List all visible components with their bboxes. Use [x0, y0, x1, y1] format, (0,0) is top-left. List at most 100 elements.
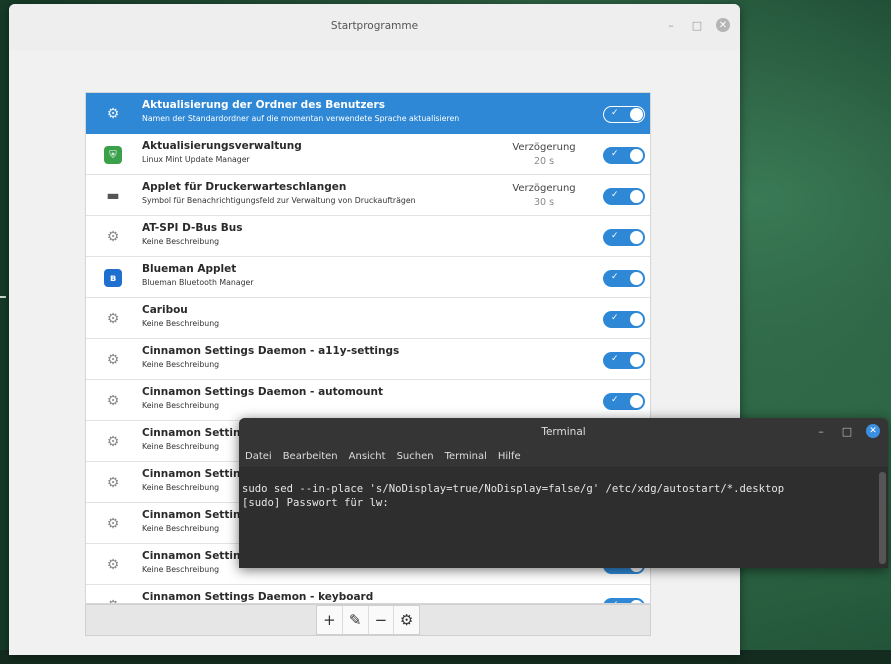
terminal-output[interactable]: sudo sed --in-place 's/NoDisplay=true/No… — [239, 468, 888, 510]
check-icon: ✓ — [611, 149, 619, 159]
check-icon: ✓ — [611, 231, 619, 241]
check-icon: ✓ — [611, 395, 619, 405]
delay-value: 30 s — [533, 197, 555, 208]
startup-item-description: Keine Beschreibung — [142, 401, 220, 410]
terminal-menubar: Datei Bearbeiten Ansicht Suchen Terminal… — [239, 445, 888, 468]
window-controls: – □ ✕ — [664, 18, 730, 32]
menu-datei[interactable]: Datei — [245, 451, 272, 462]
startup-item-description: Keine Beschreibung — [142, 524, 220, 533]
enable-toggle[interactable]: ✓ — [603, 147, 645, 164]
check-icon: ✓ — [611, 272, 619, 282]
terminal-controls: – □ ✕ — [814, 424, 880, 438]
gears-icon: ⚙ — [106, 106, 120, 122]
startup-item-delay: Verzögerung 20 s — [504, 141, 584, 169]
minimize-button[interactable]: – — [664, 18, 678, 32]
check-icon: ✓ — [611, 354, 619, 364]
terminal-line-command: sudo sed --in-place 's/NoDisplay=true/No… — [242, 483, 785, 495]
delay-value: 20 s — [533, 156, 555, 167]
toggle-knob — [630, 313, 643, 326]
terminal-scrollbar[interactable] — [879, 472, 886, 564]
enable-toggle[interactable]: ✓ — [603, 270, 645, 287]
terminal-maximize-button[interactable]: □ — [840, 424, 854, 438]
terminal-title: Terminal — [541, 426, 586, 438]
desktop-edge-marker — [0, 296, 6, 298]
terminal-minimize-button[interactable]: – — [814, 424, 828, 438]
startup-item-name: Cinnamon Settings Daemon - automount — [142, 386, 383, 398]
startup-item-name: Cinnamon Setting — [142, 550, 248, 562]
delay-label: Verzögerung — [512, 183, 576, 194]
startup-item-name: Applet für Druckerwarteschlangen — [142, 181, 347, 193]
startup-item[interactable]: ⛨ Aktualisierungsverwaltung Linux Mint Upd… — [86, 134, 650, 175]
startup-item-name: Aktualisierung der Ordner des Benutzers — [142, 99, 385, 111]
enable-toggle[interactable]: ✓ — [603, 393, 645, 410]
startup-item[interactable]: ⚙ AT-SPI D-Bus Bus Keine Beschreibung ✓ — [86, 216, 650, 257]
gears-icon: ⚙ — [106, 311, 120, 327]
startup-item-description: Linux Mint Update Manager — [142, 155, 250, 164]
window-titlebar[interactable]: Startprogramme – □ ✕ — [9, 4, 740, 50]
gears-icon: ⚙ — [106, 393, 120, 409]
window-title: Startprogramme — [330, 20, 419, 32]
gears-icon: ⚙ — [106, 434, 120, 450]
startup-item-name: AT-SPI D-Bus Bus — [142, 222, 243, 234]
startup-item-description: Keine Beschreibung — [142, 360, 220, 369]
startup-item-description: Blueman Bluetooth Manager — [142, 278, 254, 287]
toggle-knob — [630, 272, 643, 285]
shield-icon: ⛨ — [104, 146, 122, 164]
terminal-titlebar[interactable]: Terminal – □ ✕ — [239, 418, 888, 445]
startup-item-description: Keine Beschreibung — [142, 483, 220, 492]
edit-button[interactable]: ✎ — [343, 606, 369, 634]
delay-label: Verzögerung — [512, 142, 576, 153]
gears-icon: ⚙ — [106, 352, 120, 368]
enable-toggle[interactable]: ✓ — [603, 352, 645, 369]
toggle-knob — [630, 108, 643, 121]
gears-icon: ⚙ — [106, 229, 120, 245]
gears-icon: ⚙ — [106, 475, 120, 491]
maximize-button[interactable]: □ — [690, 18, 704, 32]
startup-item-name: Blueman Applet — [142, 263, 237, 275]
toggle-knob — [630, 395, 643, 408]
startup-item[interactable]: ʙ Blueman Applet Blueman Bluetooth Manager… — [86, 257, 650, 298]
list-toolbar: + ✎ − ⚙ — [316, 605, 420, 635]
startup-item-description: Keine Beschreibung — [142, 237, 220, 246]
startup-item-name: Cinnamon Setting — [142, 509, 248, 521]
gears-icon: ⚙ — [106, 516, 120, 532]
startup-item-name: Cinnamon Settings Daemon - keyboard — [142, 591, 374, 603]
startup-item-name: Cinnamon Setting — [142, 468, 248, 480]
menu-terminal[interactable]: Terminal — [445, 451, 487, 462]
printer-icon: ▬ — [106, 188, 120, 204]
enable-toggle[interactable]: ✓ — [603, 229, 645, 246]
toggle-knob — [630, 231, 643, 244]
add-button[interactable]: + — [317, 606, 343, 634]
startup-item[interactable]: ⚙ Cinnamon Settings Daemon - a11y-setting… — [86, 339, 650, 380]
startup-item-name: Cinnamon Settings Daemon - a11y-settings — [142, 345, 400, 357]
toggle-knob — [630, 149, 643, 162]
terminal-close-button[interactable]: ✕ — [866, 424, 880, 438]
startup-item[interactable]: ▬ Applet für Druckerwarteschlangen Symbol … — [86, 175, 650, 216]
startup-item-description: Keine Beschreibung — [142, 442, 220, 451]
enable-toggle[interactable]: ✓ — [603, 106, 645, 123]
startup-item-description: Keine Beschreibung — [142, 319, 220, 328]
startup-item-name: Aktualisierungsverwaltung — [142, 140, 302, 152]
toggle-knob — [630, 190, 643, 203]
startup-item-description: Symbol für Benachrichtigungsfeld zur Ver… — [142, 196, 416, 205]
startup-item[interactable]: ⚙ Caribou Keine Beschreibung ✓ — [86, 298, 650, 339]
startup-item-description: Namen der Standardordner auf die momenta… — [142, 114, 460, 123]
terminal-window: Terminal – □ ✕ Datei Bearbeiten Ansicht … — [239, 418, 888, 568]
startup-item-delay: Verzögerung 30 s — [504, 182, 584, 210]
remove-button[interactable]: − — [369, 606, 395, 634]
startup-item[interactable]: ⚙Cinnamon Settings Daemon - keyboard✓ — [86, 585, 650, 603]
enable-toggle[interactable]: ✓ — [603, 311, 645, 328]
startup-item-description: Keine Beschreibung — [142, 565, 220, 574]
close-button[interactable]: ✕ — [716, 18, 730, 32]
menu-ansicht[interactable]: Ansicht — [349, 451, 386, 462]
check-icon: ✓ — [611, 108, 619, 118]
toggle-knob — [630, 354, 643, 367]
startup-item-name: Caribou — [142, 304, 188, 316]
enable-toggle[interactable]: ✓ — [603, 188, 645, 205]
menu-bearbeiten[interactable]: Bearbeiten — [283, 451, 338, 462]
run-now-button[interactable]: ⚙ — [394, 606, 419, 634]
startup-item[interactable]: ⚙ Cinnamon Settings Daemon - automount Kei… — [86, 380, 650, 421]
menu-hilfe[interactable]: Hilfe — [498, 451, 521, 462]
menu-suchen[interactable]: Suchen — [397, 451, 434, 462]
startup-item[interactable]: ⚙ Aktualisierung der Ordner des Benutzers… — [86, 93, 650, 134]
